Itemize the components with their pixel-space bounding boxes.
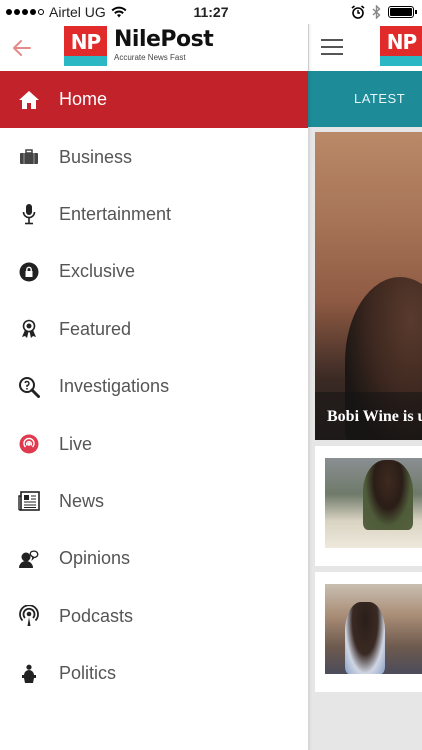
menu-item-label: Entertainment xyxy=(59,203,172,224)
podcast-icon xyxy=(17,604,41,628)
drawer-menu: Home Business Entertainment Exclusive Fe xyxy=(0,71,308,702)
logo-badge: NP xyxy=(64,26,107,66)
menu-item-politics[interactable]: Politics xyxy=(0,645,308,702)
status-icons xyxy=(351,5,417,19)
home-icon xyxy=(17,88,41,112)
menu-item-home[interactable]: Home xyxy=(0,71,308,129)
briefcase-icon xyxy=(17,145,41,169)
article-thumbnail xyxy=(325,458,422,548)
drawer-header: NP NilePost Accurate News Fast xyxy=(0,24,308,71)
menu-item-entertainment[interactable]: Entertainment xyxy=(0,186,308,243)
back-arrow-icon[interactable] xyxy=(10,36,34,60)
hamburger-menu-icon[interactable] xyxy=(321,39,343,55)
nilepost-logo: NP NilePost Accurate News Fast xyxy=(64,26,214,66)
menu-item-news[interactable]: News xyxy=(0,473,308,530)
logo-name: NilePost xyxy=(114,27,214,52)
feed-logo: NP xyxy=(380,26,422,66)
menu-item-label: Podcasts xyxy=(59,605,134,626)
article-card[interactable] xyxy=(315,446,422,566)
menu-item-exclusive[interactable]: Exclusive xyxy=(0,243,308,300)
politician-icon xyxy=(17,662,41,686)
menu-item-label: News xyxy=(59,490,105,511)
menu-item-label: Live xyxy=(59,433,93,454)
award-icon xyxy=(17,317,41,341)
menu-item-label: Featured xyxy=(59,318,132,339)
article-card[interactable] xyxy=(315,572,422,692)
menu-item-label: Opinions xyxy=(59,548,131,569)
menu-item-podcasts[interactable]: Podcasts xyxy=(0,588,308,645)
speaker-person-icon xyxy=(17,547,41,571)
hero-article-card[interactable]: Bobi Wine is u xyxy=(315,132,422,440)
battery-fill xyxy=(390,8,412,16)
menu-item-label: Business xyxy=(59,146,133,167)
navigation-drawer: NP NilePost Accurate News Fast Home Busi… xyxy=(0,24,308,750)
menu-item-investigations[interactable]: Investigations xyxy=(0,358,308,415)
menu-item-business[interactable]: Business xyxy=(0,128,308,185)
logo-tagline: Accurate News Fast xyxy=(114,53,186,62)
menu-item-live[interactable]: Live xyxy=(0,415,308,472)
battery-icon xyxy=(388,6,417,18)
feed-header: NP xyxy=(308,24,422,71)
microphone-icon xyxy=(17,202,41,226)
menu-item-label: Investigations xyxy=(59,376,170,397)
menu-item-opinions[interactable]: Opinions xyxy=(0,530,308,587)
newspaper-icon xyxy=(17,489,41,513)
bluetooth-icon xyxy=(372,5,381,19)
menu-item-label: Home xyxy=(59,89,108,110)
main-feed-behind-drawer: NP LATEST Bobi Wine is u xyxy=(308,24,422,750)
lock-icon xyxy=(17,260,41,284)
tab-latest[interactable]: LATEST xyxy=(354,91,405,106)
feed-tab-bar: LATEST xyxy=(308,71,422,127)
alarm-icon xyxy=(351,5,365,19)
article-thumbnail xyxy=(325,584,422,674)
magnifier-icon xyxy=(17,375,41,399)
menu-item-label: Politics xyxy=(59,663,117,684)
menu-item-label: Exclusive xyxy=(59,261,136,282)
status-bar: Airtel UG 11:27 xyxy=(0,0,422,24)
live-broadcast-icon xyxy=(17,432,41,456)
menu-item-featured[interactable]: Featured xyxy=(0,301,308,358)
hero-caption: Bobi Wine is u xyxy=(327,408,422,425)
